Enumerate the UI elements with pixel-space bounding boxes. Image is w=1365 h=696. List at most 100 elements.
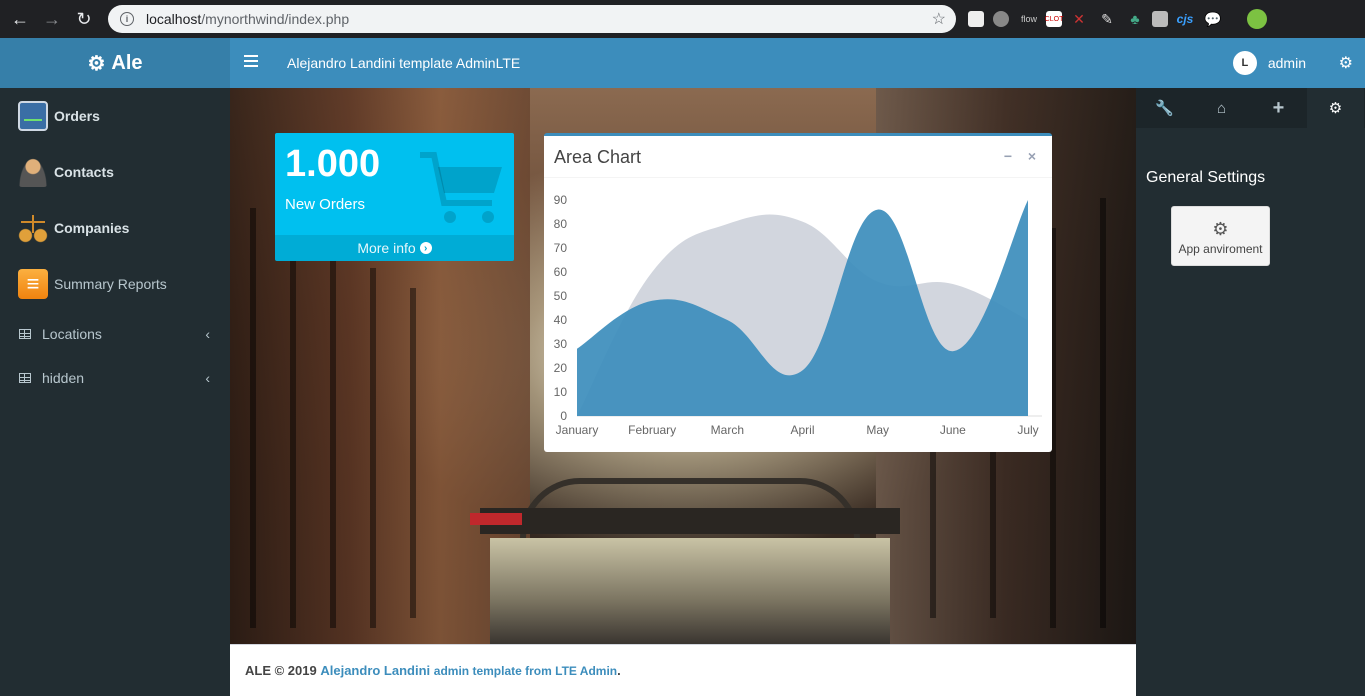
chat-extension-icon[interactable]: 💬 bbox=[1202, 8, 1224, 30]
minimize-icon[interactable]: − bbox=[1004, 148, 1012, 164]
sidebar-item-contacts[interactable]: Contacts bbox=[0, 144, 230, 200]
square-extension-icon[interactable] bbox=[1152, 11, 1168, 27]
url-text: localhost/mynorthwind/index.php bbox=[146, 11, 349, 27]
area-chart: 0 10 20 30 40 50 60 70 80 90 January February March A… bbox=[554, 193, 1042, 437]
sidebar-item-orders[interactable]: Orders bbox=[0, 88, 230, 144]
control-sidebar-cogs-icon[interactable]: ⚙ bbox=[1339, 53, 1353, 73]
app-environment-label: App anviroment bbox=[1178, 242, 1263, 256]
app-logo[interactable]: ⚙ Ale bbox=[0, 38, 230, 88]
sidebar-item-label: Locations bbox=[42, 326, 102, 342]
extension-icon[interactable] bbox=[968, 11, 984, 27]
y-tick-label: 50 bbox=[554, 289, 568, 303]
shopping-cart-icon bbox=[420, 152, 502, 223]
url-path: /mynorthwind/index.php bbox=[201, 11, 350, 27]
arrow-circle-right-icon: › bbox=[419, 242, 432, 254]
y-tick-label: 90 bbox=[554, 193, 568, 207]
x-tick-label: April bbox=[790, 423, 814, 437]
companies-scales-icon bbox=[18, 213, 48, 243]
y-tick-label: 40 bbox=[554, 313, 568, 327]
orders-monitor-icon bbox=[18, 101, 48, 131]
contacts-person-icon bbox=[18, 157, 48, 187]
cjs-extension-icon[interactable]: cjs bbox=[1174, 8, 1196, 30]
x-tick-label: June bbox=[940, 423, 966, 437]
new-orders-label: New Orders bbox=[285, 196, 366, 213]
background-windows bbox=[290, 228, 296, 628]
control-sidebar-tabs: 🔧 ⌂ + ⚙ bbox=[1136, 88, 1365, 128]
table-icon bbox=[19, 329, 31, 339]
plus-icon[interactable]: + bbox=[1250, 88, 1307, 128]
footer-prefix: ALE © 2019 bbox=[245, 663, 317, 678]
extensions-bar: flow CLOT ✕ ✎ ♣ cjs 💬 bbox=[968, 8, 1268, 30]
x-tick-label: May bbox=[866, 423, 889, 437]
close-icon[interactable]: × bbox=[1028, 148, 1036, 164]
sidebar-item-label: Orders bbox=[54, 108, 100, 124]
gear-icon: ⚙ bbox=[87, 52, 106, 75]
clot-extension-icon[interactable]: CLOT bbox=[1045, 11, 1063, 27]
sidebar-item-label: Companies bbox=[54, 220, 130, 236]
sidebar-item-label: hidden bbox=[42, 370, 85, 386]
sidebar-item-label: Summary Reports bbox=[54, 276, 167, 292]
y-tick-label: 70 bbox=[554, 241, 568, 255]
background-windows bbox=[250, 208, 256, 628]
y-tick-label: 30 bbox=[554, 337, 568, 351]
y-tick-label: 10 bbox=[554, 385, 568, 399]
back-arrow-icon[interactable]: ← bbox=[8, 7, 32, 31]
flow-extension-icon[interactable]: flow bbox=[1018, 8, 1040, 30]
browser-toolbar: ← → ↻ i localhost/mynorthwind/index.php … bbox=[0, 0, 1365, 38]
user-menu[interactable]: L admin bbox=[1232, 51, 1306, 75]
background-windows bbox=[370, 268, 376, 628]
profile-avatar-icon[interactable] bbox=[1246, 8, 1268, 30]
sidebar-item-summary-reports[interactable]: Summary Reports bbox=[0, 256, 230, 312]
more-info-link[interactable]: More info › bbox=[275, 235, 514, 261]
page-footer: ALE © 2019 Alejandro Landini admin templ… bbox=[230, 644, 1136, 696]
wrench-icon[interactable]: 🔧 bbox=[1136, 88, 1193, 128]
user-name: admin bbox=[1267, 55, 1306, 71]
user-avatar: L bbox=[1232, 51, 1257, 75]
sidebar-item-locations[interactable]: Locations ‹ bbox=[0, 312, 230, 356]
table-icon bbox=[19, 373, 31, 383]
background-windows bbox=[410, 288, 416, 618]
background-windows bbox=[330, 248, 336, 628]
x-tick-label: July bbox=[1017, 423, 1038, 437]
background-windows bbox=[1100, 198, 1106, 628]
area-chart-box: Area Chart − × 0 10 20 30 40 50 60 70 80 90 Januar… bbox=[544, 133, 1052, 452]
new-orders-count: 1.000 bbox=[285, 143, 381, 185]
site-info-icon[interactable]: i bbox=[120, 12, 134, 26]
y-tick-label: 80 bbox=[554, 217, 568, 231]
cogs-icon: ⚙ bbox=[1212, 219, 1229, 239]
reload-icon[interactable]: ↻ bbox=[72, 7, 96, 31]
footer-period: . bbox=[617, 663, 621, 678]
main-sidebar: Orders Contacts Companies Summary Report… bbox=[0, 88, 230, 696]
sidebar-item-companies[interactable]: Companies bbox=[0, 200, 230, 256]
chart-box-header: Area Chart − × bbox=[544, 136, 1052, 178]
new-orders-widget: 1.000 New Orders More info › bbox=[275, 133, 514, 261]
forward-arrow-icon[interactable]: → bbox=[40, 7, 64, 31]
home-icon[interactable]: ⌂ bbox=[1193, 88, 1250, 128]
general-settings-heading: General Settings bbox=[1146, 169, 1266, 186]
sidebar-item-hidden[interactable]: hidden ‹ bbox=[0, 356, 230, 400]
chevron-left-icon: ‹ bbox=[205, 370, 210, 386]
y-tick-label: 0 bbox=[560, 409, 567, 423]
chart-title: Area Chart bbox=[554, 147, 642, 167]
x-tick-label: January bbox=[556, 423, 599, 437]
background-bridge bbox=[480, 508, 900, 534]
address-bar[interactable]: i localhost/mynorthwind/index.php ☆ bbox=[108, 5, 956, 33]
url-host: localhost bbox=[146, 11, 202, 27]
sidebar-toggle-icon[interactable] bbox=[244, 55, 258, 69]
background-canal-water bbox=[490, 538, 890, 644]
pen-extension-icon[interactable]: ✎ bbox=[1096, 8, 1118, 30]
bookmark-star-icon[interactable]: ☆ bbox=[932, 9, 946, 29]
more-info-label: More info bbox=[357, 240, 416, 256]
footer-author-link[interactable]: Alejandro Landini bbox=[320, 663, 430, 678]
x-tick-label: March bbox=[711, 423, 744, 437]
app-environment-button[interactable]: ⚙ App anviroment bbox=[1171, 206, 1270, 266]
tools-extension-icon[interactable]: ✕ bbox=[1068, 8, 1090, 30]
x-tick-label: February bbox=[628, 423, 676, 437]
cogs-icon[interactable]: ⚙ bbox=[1307, 88, 1364, 128]
logo-text: Ale bbox=[111, 51, 143, 74]
y-tick-label: 20 bbox=[554, 361, 568, 375]
control-sidebar: 🔧 ⌂ + ⚙ General Settings ⚙ App anviromen… bbox=[1136, 88, 1365, 696]
site-title: Alejandro Landini template AdminLTE bbox=[287, 55, 521, 71]
spotify-icon[interactable] bbox=[990, 8, 1012, 30]
leaf-extension-icon[interactable]: ♣ bbox=[1124, 8, 1146, 30]
